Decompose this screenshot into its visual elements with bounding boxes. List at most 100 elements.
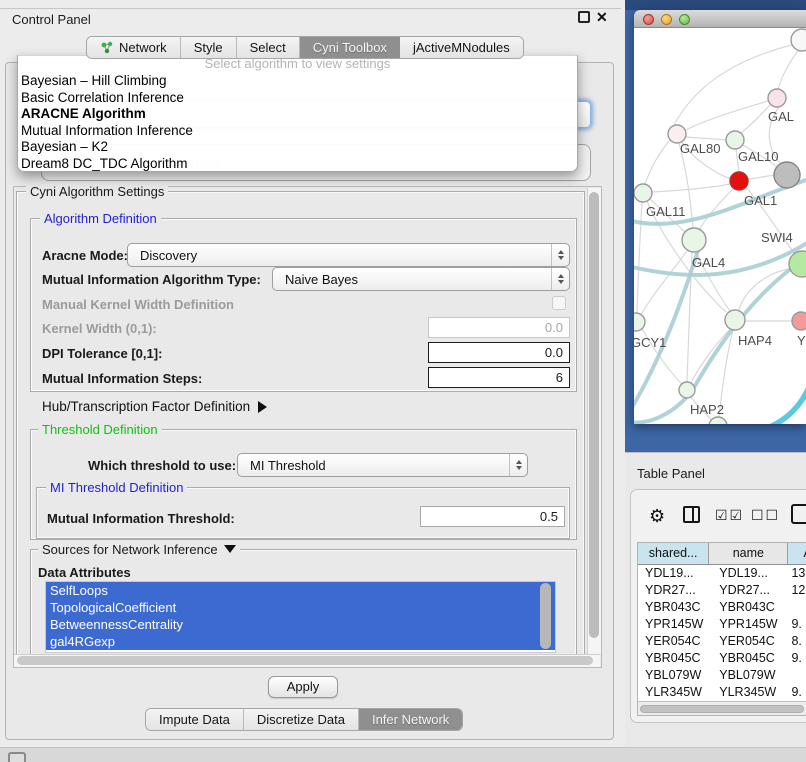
network-edge[interactable]	[778, 48, 800, 89]
aracne-mode-value: Discovery	[128, 248, 551, 263]
aracne-mode-label: Aracne Mode:	[42, 248, 128, 263]
attribute-list-item[interactable]: gal4RGexp	[46, 633, 555, 650]
kernel-width-label: Kernel Width (0,1):	[42, 321, 157, 336]
table-rows: YDL19...YDL19...13YDR27...YDR27...12YBR0…	[638, 565, 806, 703]
table-row[interactable]: YDL19...YDL19...13	[638, 565, 806, 582]
network-node[interactable]	[768, 89, 786, 107]
node-label: SWI4	[761, 230, 793, 245]
table-column-header[interactable]: A	[788, 543, 806, 565]
aracne-mode-combo[interactable]: Discovery	[127, 243, 570, 267]
tab-select[interactable]: Select	[237, 37, 300, 58]
table-cell	[788, 599, 806, 616]
manual-kernel-checkbox[interactable]	[552, 296, 566, 310]
table-row[interactable]: YBR045CYBR045C9.	[638, 650, 806, 667]
mi-type-combo[interactable]: Naive Bayes	[272, 267, 570, 291]
table-cell: 8.	[788, 633, 806, 650]
tab-network[interactable]: Network	[87, 37, 181, 58]
zoom-traffic-icon[interactable]	[679, 14, 690, 25]
hub-definition-expander[interactable]: Hub/Transcription Factor Definition	[42, 399, 267, 414]
network-icon	[100, 41, 114, 54]
network-node[interactable]	[726, 131, 744, 149]
tab-discretize-data[interactable]: Discretize Data	[244, 709, 359, 730]
network-edge[interactable]	[637, 202, 642, 313]
attribute-list-item[interactable]: SelfLoops	[46, 582, 555, 599]
table-column-header[interactable]: name	[709, 543, 788, 565]
tab-infer-network[interactable]: Infer Network	[359, 709, 462, 730]
combo-arrows-icon	[551, 268, 569, 290]
attribute-list-item[interactable]: TopologicalCoefficient	[46, 599, 555, 616]
float-window-icon[interactable]	[578, 11, 590, 23]
minimize-traffic-icon[interactable]	[661, 14, 672, 25]
minimized-panel-icon[interactable]	[8, 752, 26, 762]
unchecked-columns-icon[interactable]: ☐☐	[751, 507, 780, 524]
control-panel: Control Panel ✕ NetworkStyleSelectCyni T…	[0, 0, 621, 747]
table-row[interactable]: YLR345WYLR345W9.	[638, 684, 806, 701]
column-layout-icon[interactable]	[683, 506, 700, 523]
attribute-list-item[interactable]: BetweennessCentrality	[46, 616, 555, 633]
tab-style[interactable]: Style	[181, 37, 237, 58]
table-row[interactable]: YBL079WYBL079W	[638, 667, 806, 684]
network-node[interactable]	[634, 313, 645, 331]
which-threshold-value: MI Threshold	[238, 458, 509, 473]
table-row[interactable]: YDR27...YDR27...12	[638, 582, 806, 599]
dpi-tolerance-field[interactable]: 0.0	[428, 342, 570, 363]
close-icon[interactable]: ✕	[596, 9, 608, 26]
tab-jactivemnodules[interactable]: jActiveMNodules	[400, 37, 523, 58]
network-node[interactable]	[709, 417, 727, 424]
settings-horizontal-scrollbar-thumb[interactable]	[17, 656, 593, 665]
network-node[interactable]	[792, 312, 806, 330]
mi-steps-field[interactable]: 6	[428, 367, 570, 388]
settings-gear-icon[interactable]: ⚙	[649, 505, 665, 527]
which-threshold-combo[interactable]: MI Threshold	[237, 453, 528, 477]
table-cell: YPR145W	[709, 616, 788, 633]
network-edge[interactable]	[686, 101, 768, 130]
network-node[interactable]	[682, 228, 706, 252]
table-row[interactable]: YPR145WYPR145W9.	[638, 616, 806, 633]
table-mode-icon[interactable]	[791, 504, 806, 524]
tab-label: Infer Network	[372, 712, 449, 727]
network-node[interactable]	[634, 184, 652, 202]
attribute-list-scrollbar[interactable]	[540, 583, 551, 649]
kernel-width-field[interactable]: 0.0	[428, 317, 570, 338]
algorithm-list-item[interactable]: Basic Correlation Inference	[18, 90, 577, 107]
network-node[interactable]	[725, 310, 745, 330]
settings-vertical-scrollbar-thumb[interactable]	[589, 192, 599, 638]
algorithm-list-item[interactable]: Mutual Information Inference	[18, 123, 577, 140]
network-node[interactable]	[789, 251, 806, 277]
network-edge[interactable]	[686, 137, 726, 140]
network-edge[interactable]	[748, 175, 775, 179]
algorithm-list-item[interactable]: Dream8 DC_TDC Algorithm	[18, 156, 577, 172]
table-horizontal-scrollbar-track[interactable]	[638, 701, 806, 715]
algorithm-list-item[interactable]: Bayesian – Hill Climbing	[18, 73, 577, 90]
tab-impute-data[interactable]: Impute Data	[146, 709, 244, 730]
checked-columns-icon[interactable]: ☑☑	[715, 507, 744, 524]
table-row[interactable]: YER054CYER054C8.	[638, 633, 806, 650]
algorithm-list-item[interactable]: ARACNE Algorithm	[18, 106, 577, 123]
sources-title-row[interactable]: Sources for Network Inference	[38, 542, 240, 557]
close-traffic-icon[interactable]	[643, 14, 654, 25]
table-row[interactable]: YBR043CYBR043C	[638, 599, 806, 616]
table-horizontal-scrollbar-thumb[interactable]	[640, 705, 804, 713]
network-edge[interactable]	[756, 376, 806, 424]
table-header-row: shared...nameA	[638, 543, 806, 565]
network-edge[interactable]	[652, 184, 730, 192]
network-canvas[interactable]: GALGAL80GAL10GAL1GAL11GAL4SWI4HAP4YGCY1H…	[634, 28, 806, 424]
apply-button[interactable]: Apply	[268, 676, 338, 698]
algorithm-definition-title: Algorithm Definition	[40, 211, 161, 226]
network-view-window: GALGAL80GAL10GAL1GAL11GAL4SWI4HAP4YGCY1H…	[634, 10, 806, 424]
mi-threshold-field[interactable]: 0.5	[420, 506, 565, 527]
table-panel: ⚙ ☑☑ ☐☐ shared...nameA YDL19...YDL19...1…	[630, 489, 806, 723]
network-node[interactable]	[791, 29, 806, 51]
network-node[interactable]	[730, 172, 748, 190]
network-node[interactable]	[774, 162, 800, 188]
desktop-top-strip	[625, 0, 806, 10]
network-edge[interactable]	[645, 140, 670, 184]
tab-cyni-toolbox[interactable]: Cyni Toolbox	[300, 37, 400, 58]
network-graph[interactable]: GALGAL80GAL10GAL1GAL11GAL4SWI4HAP4YGCY1H…	[634, 28, 806, 424]
panel-top-divider	[0, 8, 621, 9]
table-cell: YBR043C	[638, 599, 709, 616]
algorithm-list-item[interactable]: Bayesian – K2	[18, 139, 577, 156]
network-window-titlebar[interactable]	[634, 10, 806, 28]
network-node[interactable]	[679, 382, 695, 398]
table-column-header[interactable]: shared...	[638, 543, 709, 565]
